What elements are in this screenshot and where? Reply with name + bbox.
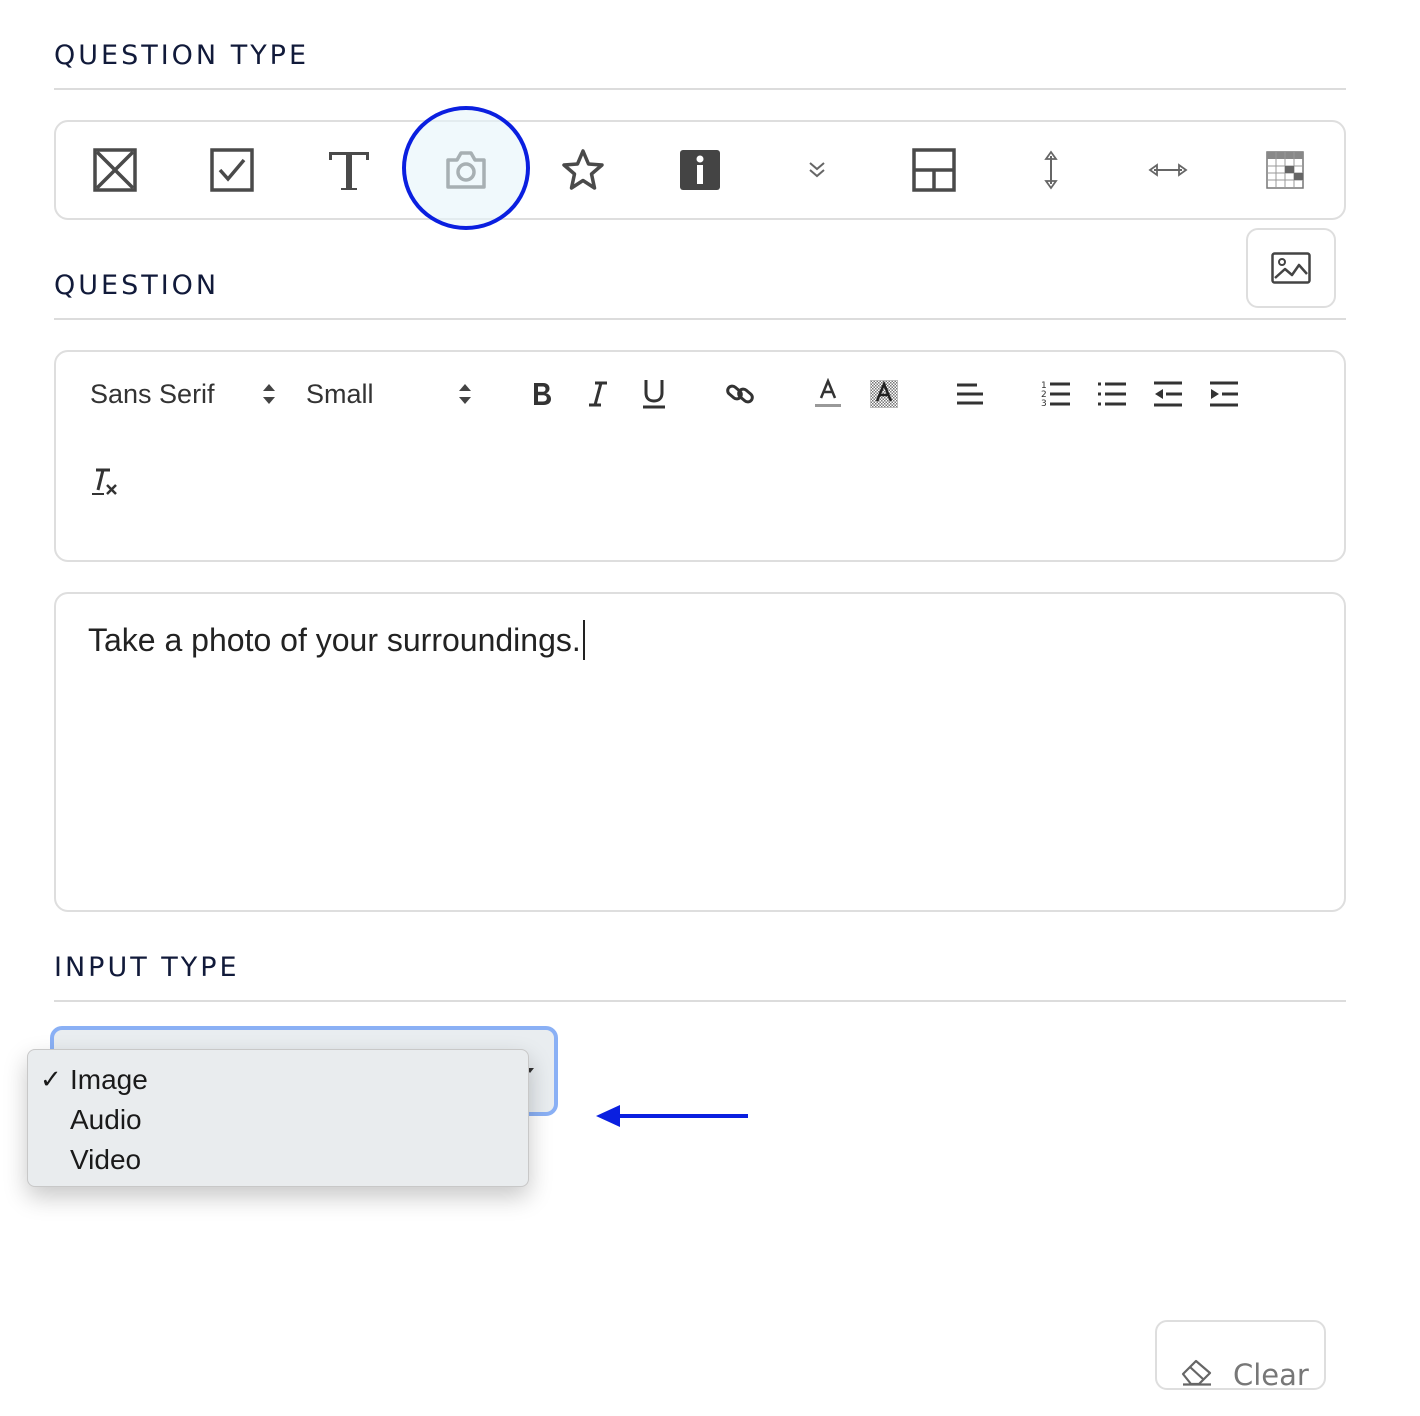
question-text: Take a photo of your surroundings. <box>88 621 581 658</box>
eraser-icon <box>1181 1359 1212 1386</box>
clear-label: Clear <box>1233 1358 1309 1392</box>
option-label: Audio <box>70 1104 142 1135</box>
double-chevron-down-icon <box>808 162 825 178</box>
option-image[interactable]: ✓ Image <box>28 1058 528 1098</box>
clear-format-icon <box>92 468 117 495</box>
question-type-vertical-slider[interactable] <box>992 122 1109 218</box>
outdent-icon <box>1154 381 1182 407</box>
editor-toolbar: Sans Serif Small 1 2 3 <box>54 350 1346 562</box>
font-size-select[interactable]: Small <box>306 374 476 414</box>
select-arrows-icon <box>263 384 275 404</box>
option-label: Image <box>70 1064 148 1095</box>
italic-icon <box>589 381 607 407</box>
question-type-dropdown[interactable] <box>758 122 875 218</box>
question-type-horizontal-slider[interactable] <box>1109 122 1226 218</box>
link-button[interactable] <box>720 372 760 416</box>
underline-button[interactable] <box>634 372 674 416</box>
bullet-list-icon <box>1098 382 1126 406</box>
font-color-button[interactable] <box>808 372 848 416</box>
ordered-list-icon: 1 2 3 <box>1041 381 1070 408</box>
checkbox-icon <box>209 148 254 192</box>
question-type-multiple-choice[interactable] <box>56 122 173 218</box>
text-cursor <box>582 620 585 660</box>
background-color-button[interactable] <box>864 372 904 416</box>
input-type-heading: INPUT TYPE <box>54 952 240 983</box>
box-x-icon <box>92 148 137 192</box>
bullet-list-button[interactable] <box>1092 372 1132 416</box>
font-color-icon <box>815 378 841 407</box>
option-label: Video <box>70 1144 142 1175</box>
question-heading: QUESTION <box>54 270 220 301</box>
ordered-list-button[interactable]: 1 2 3 <box>1036 372 1076 416</box>
question-type-text[interactable] <box>290 122 407 218</box>
option-audio[interactable]: Audio <box>28 1098 528 1138</box>
info-icon <box>679 150 720 190</box>
question-text-area[interactable]: Take a photo of your surroundings. <box>88 620 585 660</box>
section-divider <box>54 318 1346 320</box>
outdent-button[interactable] <box>1148 372 1188 416</box>
font-size-value: Small <box>306 378 374 409</box>
text-t-icon <box>328 152 369 190</box>
question-type-photo[interactable] <box>407 122 524 218</box>
horizontal-arrows-icon <box>1147 163 1188 177</box>
input-type-dropdown: ✓ Image Audio Video <box>27 1049 529 1187</box>
align-button[interactable] <box>950 372 990 416</box>
align-left-icon <box>957 383 983 405</box>
clear-button[interactable]: Clear <box>1155 1320 1326 1392</box>
vertical-arrows-icon <box>1043 150 1058 190</box>
question-editor[interactable]: Take a photo of your surroundings. <box>54 592 1346 912</box>
section-divider <box>54 1000 1346 1002</box>
table-grid-icon <box>1265 151 1304 189</box>
question-type-layout[interactable] <box>875 122 992 218</box>
image-icon <box>1271 252 1311 284</box>
section-divider <box>54 88 1346 90</box>
question-type-heading: QUESTION TYPE <box>54 40 310 71</box>
question-type-rating[interactable] <box>524 122 641 218</box>
camera-icon <box>445 151 486 189</box>
question-type-checkbox[interactable] <box>173 122 290 218</box>
option-video[interactable]: Video <box>28 1138 528 1178</box>
italic-button[interactable] <box>578 372 618 416</box>
clear-format-button[interactable] <box>84 460 124 504</box>
annotation-arrow-icon <box>596 1105 748 1127</box>
font-family-value: Sans Serif <box>90 378 215 409</box>
bold-button[interactable] <box>522 372 562 416</box>
indent-icon <box>1210 381 1238 407</box>
layout-grid-icon <box>911 148 956 192</box>
link-icon <box>726 384 754 404</box>
question-type-bar <box>54 120 1346 220</box>
checkmark-icon: ✓ <box>40 1064 62 1094</box>
bold-icon <box>534 383 551 405</box>
question-type-info[interactable] <box>641 122 758 218</box>
select-arrows-icon <box>459 384 471 404</box>
underline-icon <box>643 380 665 409</box>
add-image-button[interactable] <box>1246 228 1336 308</box>
svg-text:3: 3 <box>1041 399 1047 408</box>
indent-button[interactable] <box>1204 372 1244 416</box>
background-color-icon <box>870 380 898 408</box>
star-icon <box>561 149 604 190</box>
question-type-matrix[interactable] <box>1226 122 1343 218</box>
font-family-select[interactable]: Sans Serif <box>90 374 280 414</box>
